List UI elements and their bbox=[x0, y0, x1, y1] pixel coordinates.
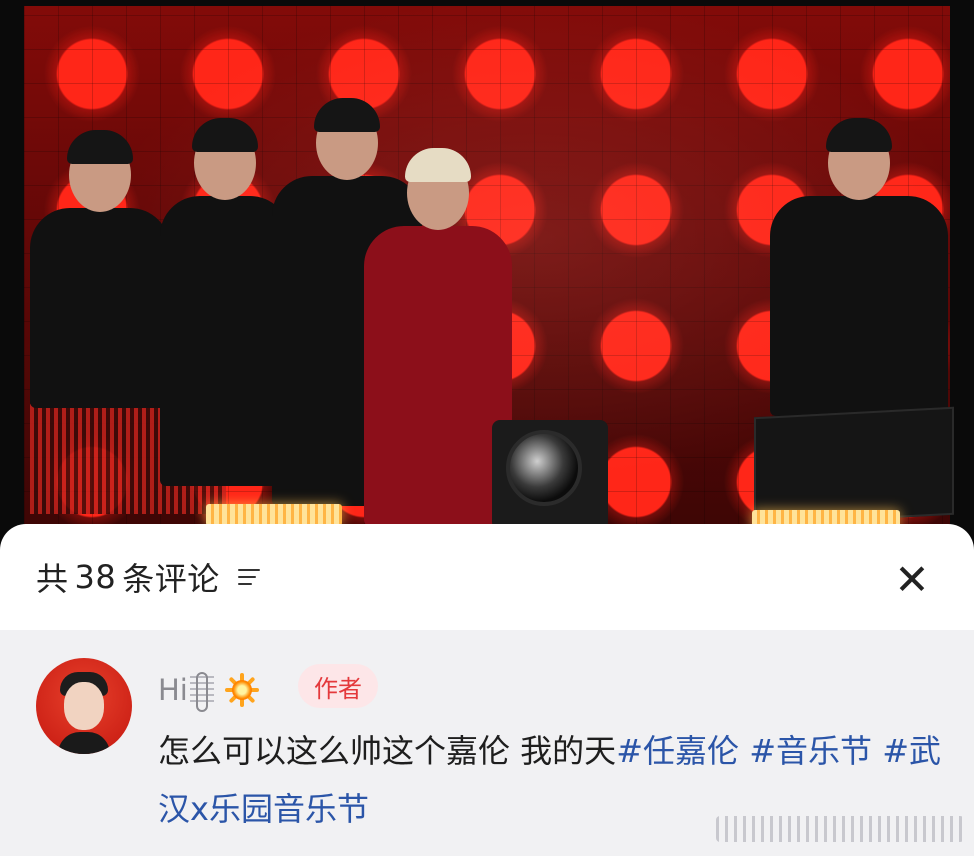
dancer-figure bbox=[160, 118, 290, 486]
light-strip bbox=[206, 504, 342, 526]
comments-header: 共 38 条评论 ✕ bbox=[0, 524, 974, 630]
watermark bbox=[716, 816, 964, 842]
comment-text: 怎么可以这么帅这个嘉伦 我的天 bbox=[158, 732, 617, 770]
stage-monitor bbox=[754, 406, 954, 526]
sort-icon[interactable] bbox=[237, 566, 264, 588]
comment-count-suffix: 条评论 bbox=[122, 560, 220, 598]
close-icon: ✕ bbox=[894, 555, 930, 604]
music-staff-icon bbox=[189, 672, 216, 712]
username[interactable]: Hi bbox=[158, 670, 262, 712]
hashtag-link[interactable]: #音乐节 bbox=[749, 732, 872, 770]
dancer-figure bbox=[30, 130, 170, 408]
comment-count-prefix: 共 bbox=[36, 560, 69, 598]
sparkle-icon bbox=[222, 670, 262, 710]
stage-light bbox=[492, 420, 608, 530]
comment-count-title: 共 38 条评论 bbox=[36, 554, 264, 600]
username-text: Hi bbox=[158, 673, 188, 707]
close-button[interactable]: ✕ bbox=[888, 556, 936, 604]
concert-photo[interactable] bbox=[0, 0, 974, 560]
author-badge: 作者 bbox=[298, 664, 378, 708]
hashtag-link[interactable]: #任嘉伦 bbox=[616, 732, 739, 770]
lead-singer-figure bbox=[364, 148, 512, 526]
comment-count-number: 38 bbox=[74, 558, 117, 596]
comments-sheet: 共 38 条评论 ✕ Hi 作者 怎么可以这么帅这个嘉伦 我的天#任嘉伦 #音乐… bbox=[0, 524, 974, 856]
avatar[interactable] bbox=[36, 658, 132, 754]
dancer-figure bbox=[770, 118, 948, 416]
